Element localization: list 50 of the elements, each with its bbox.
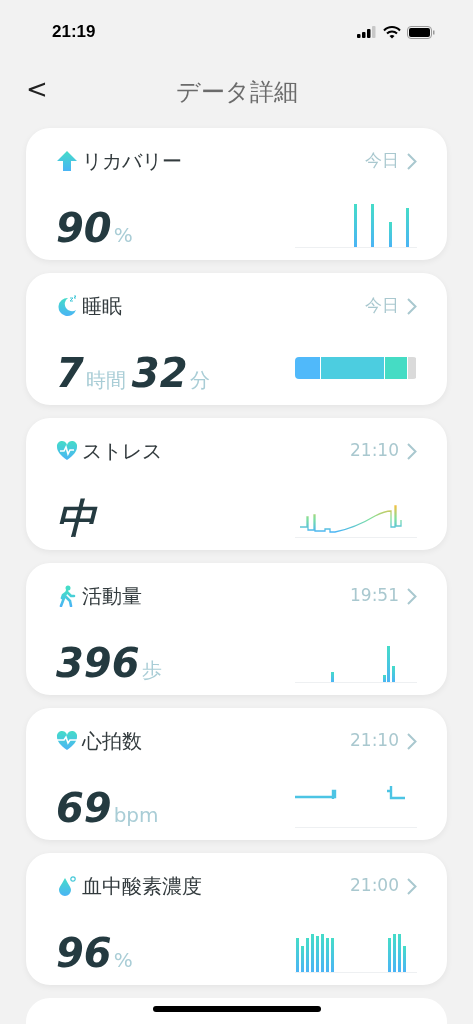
chevron-right-icon	[407, 587, 417, 605]
card-timestamp: 21:10	[350, 729, 399, 753]
metric-value: 中	[56, 498, 98, 538]
metric-card[interactable]: ストレス 21:10 中	[26, 418, 447, 550]
metric-value: 69	[56, 788, 113, 828]
metric-value: 96	[56, 933, 113, 973]
metric-value: 90	[56, 208, 113, 248]
unit-label: 分	[189, 370, 210, 390]
signal-icon	[357, 26, 377, 38]
metric-card[interactable]: 活動量 19:51 396 歩	[26, 563, 447, 695]
moon-icon	[56, 295, 78, 317]
unit-label: %	[113, 950, 133, 970]
card-timestamp: 19:51	[350, 584, 399, 608]
back-button[interactable]: <	[24, 76, 50, 102]
arrow-up-icon	[56, 150, 78, 172]
card-timestamp: 今日	[365, 149, 399, 173]
heart-pulse-icon	[56, 440, 78, 462]
metric-value: 7	[56, 353, 85, 393]
unit-label: 時間	[85, 370, 126, 390]
metric-card[interactable]: 血中酸素濃度 21:00 96%	[26, 853, 447, 985]
chevron-right-icon	[407, 442, 417, 460]
card-title: 血中酸素濃度	[82, 873, 202, 900]
card-title: 活動量	[82, 583, 142, 610]
card-title: ストレス	[82, 438, 162, 465]
chevron-right-icon	[407, 732, 417, 750]
chevron-right-icon	[407, 297, 417, 315]
heart-rate-icon	[56, 730, 78, 752]
unit-label: bpm	[113, 805, 159, 825]
chevron-right-icon	[407, 877, 417, 895]
metric-card[interactable]: 睡眠 今日 7時間 32分	[26, 273, 447, 405]
chevron-right-icon	[407, 152, 417, 170]
metric-value: 396	[56, 643, 141, 683]
metric-card[interactable]: リカバリー 今日 90%	[26, 128, 447, 260]
water-drop-icon	[56, 875, 78, 897]
unit-label: 歩	[141, 660, 162, 680]
card-timestamp: 21:00	[350, 874, 399, 898]
bar-sparkline-drawing	[354, 204, 409, 247]
metric-value: 32	[131, 353, 189, 393]
card-title: リカバリー	[82, 148, 182, 175]
battery-icon	[407, 25, 435, 39]
page-title: データ詳細	[175, 77, 298, 108]
card-title: 心拍数	[82, 728, 142, 755]
card-title: 睡眠	[82, 293, 122, 320]
unit-label: %	[113, 225, 133, 245]
bar-sparkline-drawing	[331, 646, 395, 682]
card-timestamp: 21:10	[350, 439, 399, 463]
wifi-icon	[383, 25, 401, 39]
status-time: 21:19	[52, 21, 96, 44]
metric-card[interactable]: 心拍数 21:10 69 bpm	[26, 708, 447, 840]
card-timestamp: 今日	[365, 294, 399, 318]
